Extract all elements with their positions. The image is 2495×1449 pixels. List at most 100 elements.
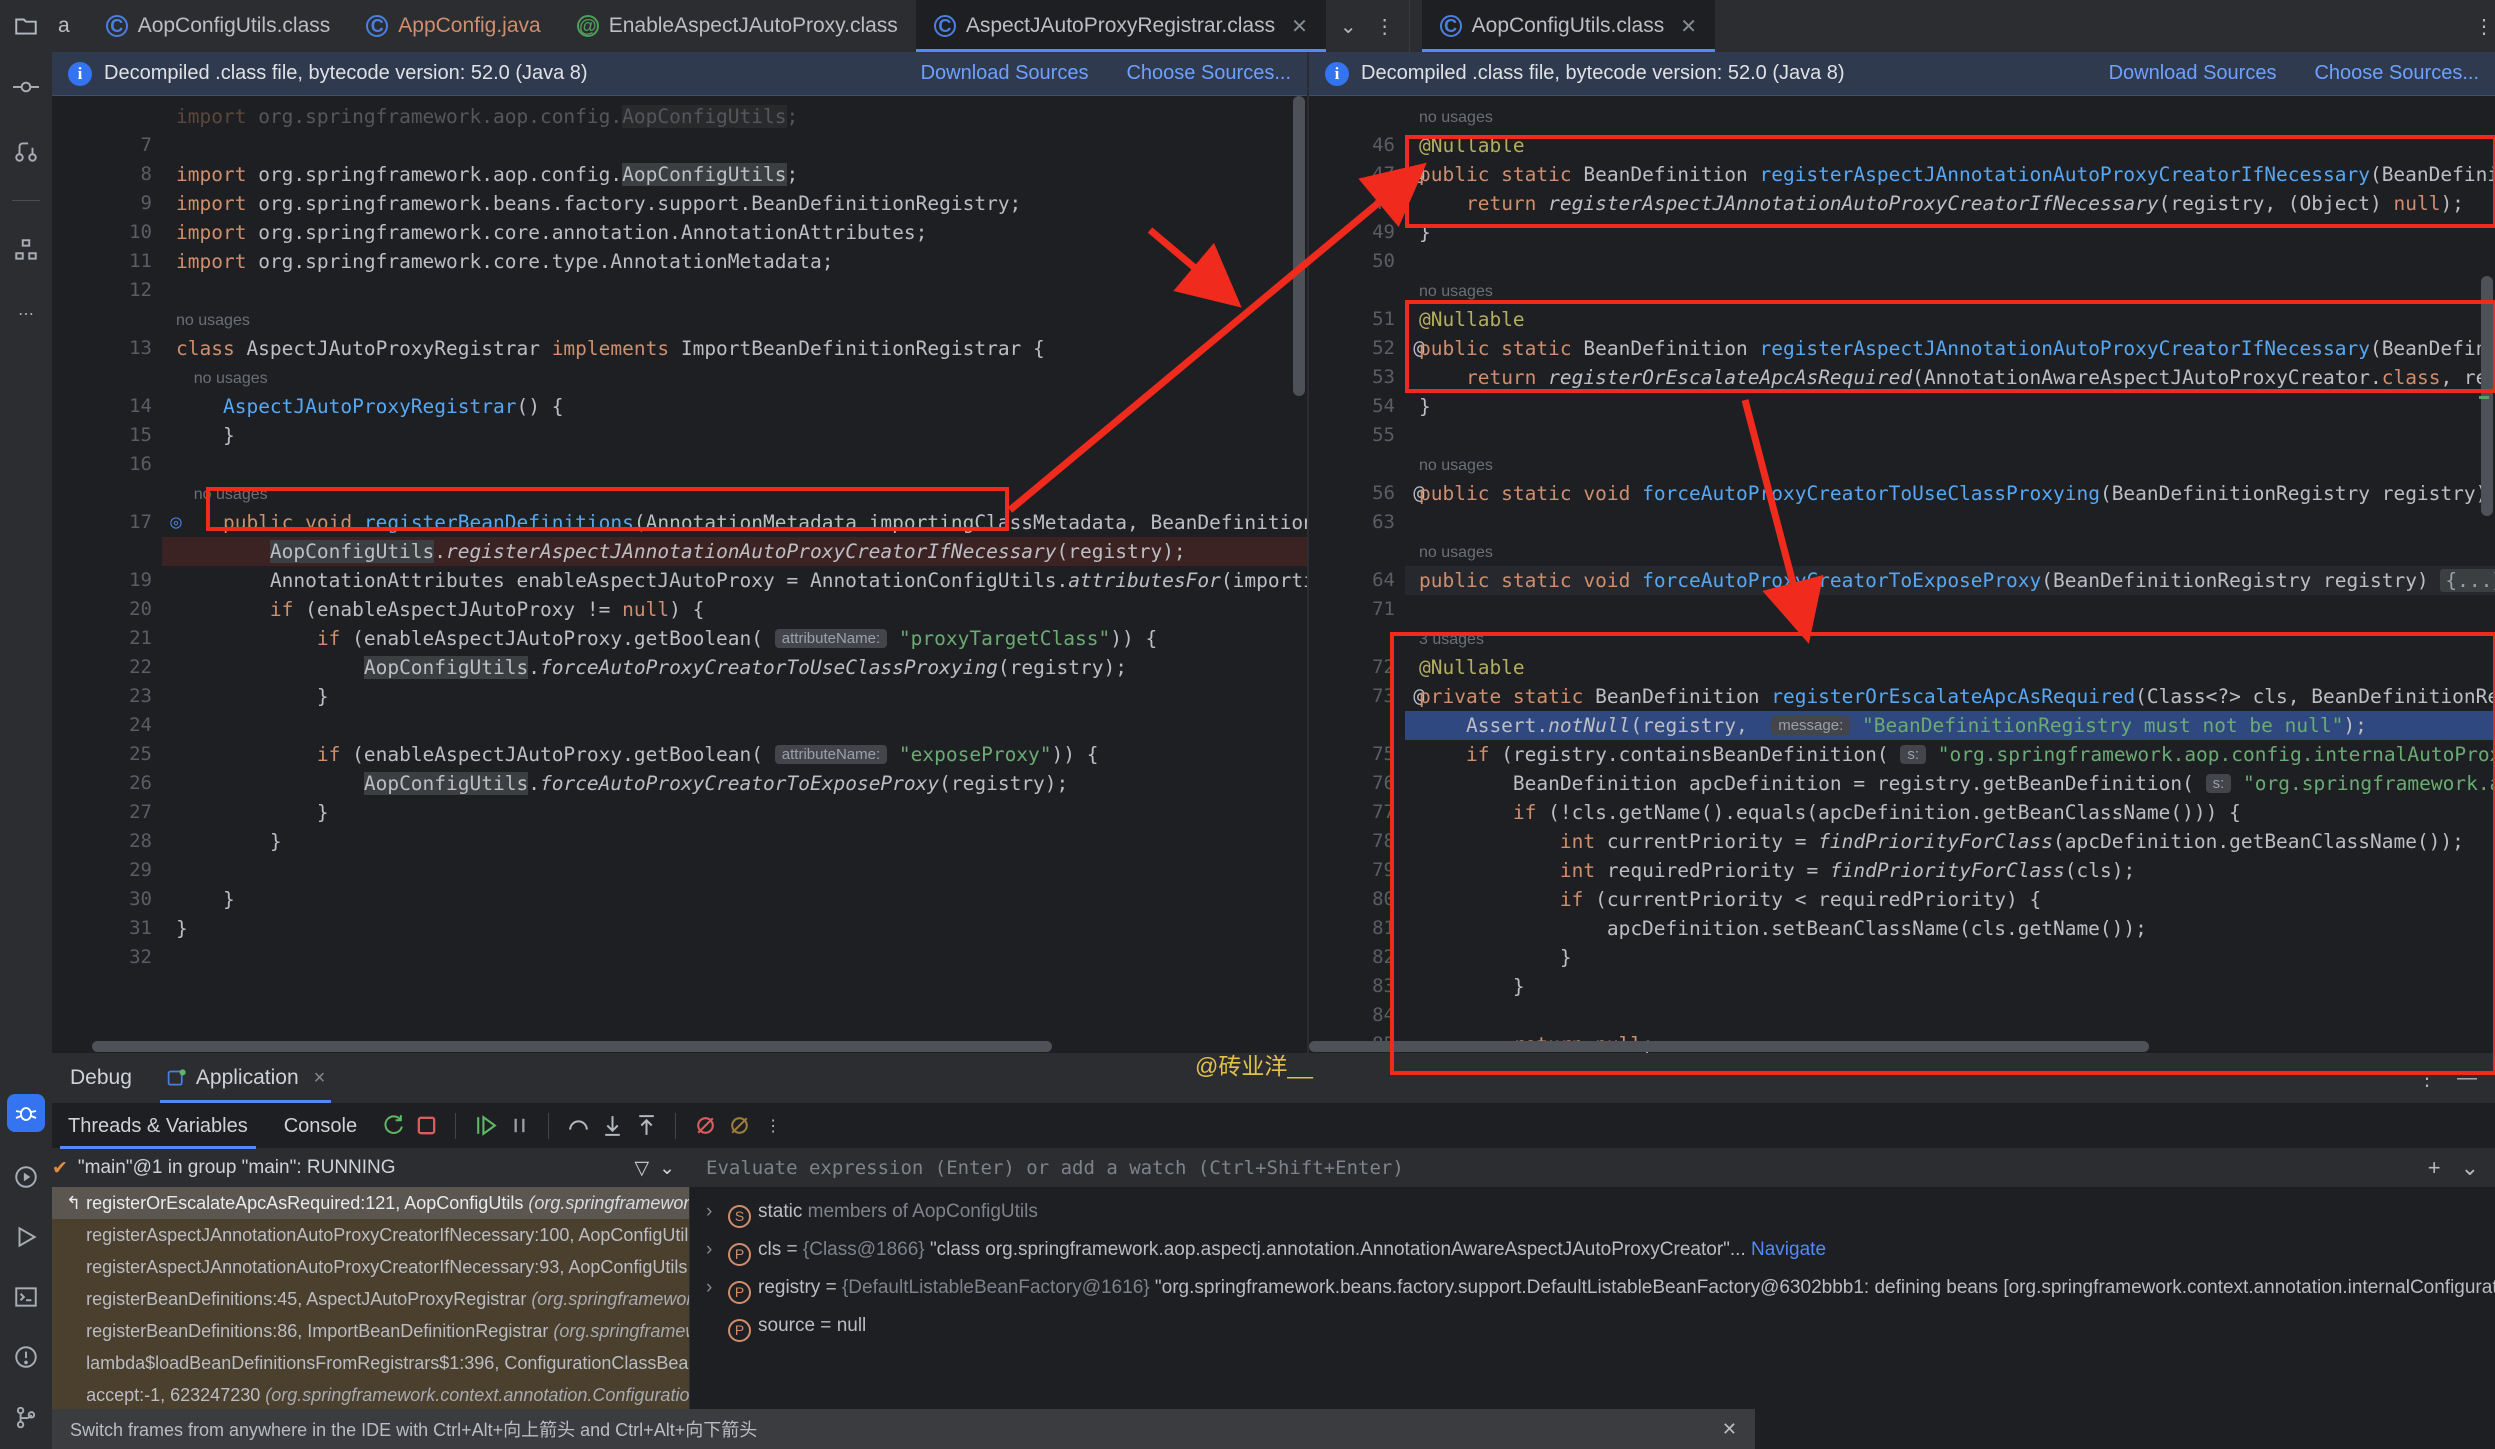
more-tools-icon[interactable]: ⋯ — [11, 299, 41, 329]
gutter-line[interactable]: 9 — [52, 189, 162, 218]
code-line[interactable]: import org.springframework.core.type.Ann… — [162, 247, 1307, 276]
run-config-icon[interactable] — [11, 1162, 41, 1192]
code-line[interactable] — [162, 276, 1307, 305]
gutter-line[interactable]: 55 — [1309, 421, 1405, 450]
code-line[interactable]: if (!cls.getName().equals(apcDefinition.… — [1405, 798, 2495, 827]
gutter-line[interactable]: 76 — [1309, 769, 1405, 798]
usages-hint[interactable]: no usages — [1405, 450, 2495, 479]
usages-hint[interactable]: 3 usages — [1405, 624, 2495, 653]
tab-aopconfigutils-class-2[interactable]: C AopConfigUtils.class ✕ — [1422, 0, 1715, 52]
gutter-line[interactable]: 79 — [1309, 856, 1405, 885]
git-branch-icon[interactable] — [11, 1402, 41, 1432]
code-line[interactable]: AopConfigUtils.forceAutoProxyCreatorToUs… — [162, 653, 1307, 682]
code-area-left[interactable]: 78910111213141516◎1719202122232425262728… — [52, 96, 1307, 1053]
gutter-line[interactable] — [52, 537, 162, 566]
code-line[interactable]: } — [162, 421, 1307, 450]
gutter-line[interactable]: 13 — [52, 334, 162, 363]
gutter-line[interactable]: 32 — [52, 943, 162, 972]
variable-row[interactable]: ›Sstatic members of AopConfigUtils — [690, 1193, 2495, 1231]
usages-hint[interactable]: no usages — [162, 363, 1307, 392]
code-line[interactable] — [162, 711, 1307, 740]
step-over-icon[interactable] — [563, 1111, 593, 1141]
gutter-line[interactable]: 8 — [52, 160, 162, 189]
stop-icon[interactable] — [411, 1111, 441, 1141]
code-line[interactable]: private static BeanDefinition registerOr… — [1405, 682, 2495, 711]
frame-item[interactable]: ↰ registerOrEscalateApcAsRequired:121, A… — [52, 1187, 689, 1219]
expand-chevron-icon[interactable]: › — [706, 1193, 728, 1231]
gutter-line[interactable]: 28 — [52, 827, 162, 856]
gutter-line[interactable]: @64 — [1309, 566, 1405, 595]
code-line[interactable]: AnnotationAttributes enableAspectJAutoPr… — [162, 566, 1307, 595]
gutter-line[interactable]: 23 — [52, 682, 162, 711]
code-line[interactable] — [1405, 421, 2495, 450]
vertical-scrollbar-left[interactable] — [1293, 96, 1305, 1053]
choose-sources-link[interactable]: Choose Sources... — [1126, 62, 1291, 85]
usages-hint[interactable]: no usages — [162, 479, 1307, 508]
gutter-line[interactable]: 11 — [52, 247, 162, 276]
chevron-down-icon[interactable]: ⌄ — [2461, 1155, 2479, 1181]
tab-aspectjautoproxyregistrar-class[interactable]: C AspectJAutoProxyRegistrar.class ✕ — [916, 0, 1326, 52]
problems-icon[interactable] — [11, 1342, 41, 1372]
code-line[interactable]: import org.springframework.aop.config.Ao… — [162, 102, 1307, 131]
gutter-line[interactable]: 46 — [1309, 131, 1405, 160]
code-line[interactable] — [1405, 508, 2495, 537]
gutter-line[interactable]: 77 — [1309, 798, 1405, 827]
view-breakpoints-icon[interactable] — [724, 1111, 754, 1141]
gutter-line[interactable]: 20 — [52, 595, 162, 624]
gutter-line[interactable]: 75 — [1309, 740, 1405, 769]
gutter-line[interactable]: 72 — [1309, 653, 1405, 682]
line-number-gutter-left[interactable]: 78910111213141516◎1719202122232425262728… — [52, 96, 162, 1053]
download-sources-link[interactable]: Download Sources — [921, 62, 1089, 85]
frame-item[interactable]: ↰ lambda$loadBeanDefinitionsFromRegistra… — [52, 1347, 689, 1379]
code-line[interactable]: Assert.notNull(registry, message: "BeanD… — [1405, 711, 2495, 740]
close-icon[interactable]: ✕ — [1291, 14, 1308, 39]
frame-item[interactable]: ↰ registerBeanDefinitions:45, AspectJAut… — [52, 1283, 689, 1315]
add-watch-icon[interactable]: + — [2428, 1155, 2441, 1181]
step-into-icon[interactable] — [597, 1111, 627, 1141]
run-icon[interactable] — [11, 1222, 41, 1252]
code-line[interactable]: public static void forceAutoProxyCreator… — [1405, 566, 2495, 595]
chevron-down-icon[interactable]: ⌄ — [1340, 14, 1357, 39]
code-line[interactable]: return registerOrEscalateApcAsRequired(A… — [1405, 363, 2495, 392]
gutter-line[interactable]: 19 — [52, 566, 162, 595]
code-line[interactable]: if (enableAspectJAutoProxy != null) { — [162, 595, 1307, 624]
commit-icon[interactable] — [11, 72, 41, 102]
gutter-line[interactable]: 25 — [52, 740, 162, 769]
gutter-line[interactable]: @52 — [1309, 334, 1405, 363]
expand-chevron-icon[interactable]: › — [706, 1269, 728, 1307]
hscrollbar-thumb[interactable] — [92, 1041, 1052, 1052]
code-area-right[interactable]: 46@4748495051@52535455@5663@647172@73757… — [1309, 96, 2495, 1053]
gutter-line[interactable]: 15 — [52, 421, 162, 450]
gutter-line[interactable]: @73 — [1309, 682, 1405, 711]
variable-action-link[interactable]: Navigate — [1751, 1239, 1826, 1260]
code-line[interactable]: @Nullable — [1405, 131, 2495, 160]
usages-hint[interactable]: no usages — [162, 305, 1307, 334]
vertical-scrollbar-right[interactable] — [2481, 96, 2493, 1053]
code-line[interactable]: if (enableAspectJAutoProxy.getBoolean( a… — [162, 624, 1307, 653]
hide-panel-icon[interactable]: — — [2457, 1067, 2477, 1090]
code-line[interactable]: AopConfigUtils.forceAutoProxyCreatorToEx… — [162, 769, 1307, 798]
code-line[interactable]: AspectJAutoProxyRegistrar() { — [162, 392, 1307, 421]
code-line[interactable]: int currentPriority = findPriorityForCla… — [1405, 827, 2495, 856]
close-icon[interactable]: ✕ — [1722, 1419, 1737, 1440]
filter-icon[interactable]: ▽ — [634, 1157, 649, 1180]
code-content-left[interactable]: import org.springframework.aop.config.Ao… — [162, 96, 1307, 1053]
gutter-line[interactable]: 51 — [1309, 305, 1405, 334]
code-line[interactable]: } — [1405, 972, 2495, 1001]
code-line[interactable]: if (registry.containsBeanDefinition( s: … — [1405, 740, 2495, 769]
code-line[interactable]: AopConfigUtils.registerAspectJAnnotation… — [162, 537, 1307, 566]
thread-status-row[interactable]: ✔ "main"@1 in group "main": RUNNING ▽ ⌄ — [0, 1149, 689, 1187]
gutter-line[interactable]: 16 — [52, 450, 162, 479]
code-line[interactable]: } — [162, 914, 1307, 943]
code-line[interactable]: public void registerBeanDefinitions(Anno… — [162, 508, 1307, 537]
tab-enableaspectjautoproxy-class[interactable]: @ EnableAspectJAutoProxy.class — [559, 0, 916, 52]
resume-icon[interactable] — [470, 1111, 500, 1141]
code-line[interactable]: public static BeanDefinition registerAsp… — [1405, 160, 2495, 189]
gutter-line[interactable]: 78 — [1309, 827, 1405, 856]
watch-input-placeholder[interactable]: Evaluate expression (Enter) or add a wat… — [706, 1157, 1404, 1179]
gutter-line[interactable]: 22 — [52, 653, 162, 682]
code-line[interactable]: @Nullable — [1405, 653, 2495, 682]
gutter-line[interactable]: 84 — [1309, 1001, 1405, 1030]
gutter-line[interactable]: 71 — [1309, 595, 1405, 624]
code-line[interactable]: import org.springframework.core.annotati… — [162, 218, 1307, 247]
